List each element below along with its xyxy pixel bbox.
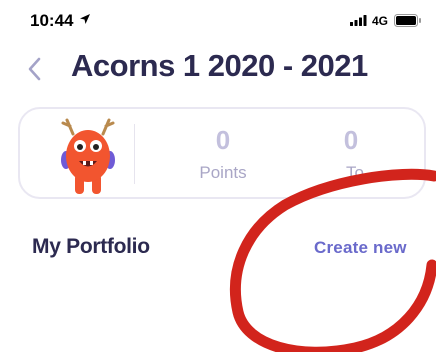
points-value: 0	[215, 125, 231, 155]
back-chevron-icon[interactable]	[27, 57, 41, 81]
second-stat-value: 0	[343, 125, 359, 155]
status-time: 10:44	[30, 11, 74, 30]
monster-avatar[interactable]	[53, 114, 123, 198]
network-label: 4G	[372, 14, 389, 28]
portfolio-title: My Portfolio	[32, 235, 150, 258]
battery-icon	[394, 14, 421, 27]
signal-bars-icon	[350, 15, 367, 26]
points-label: Points	[199, 163, 247, 182]
page-title: Acorns 1 2020 - 2021	[71, 48, 368, 83]
stats-card: 0 Points 0 To	[18, 107, 426, 199]
status-bar: 10:44 4G	[0, 0, 436, 40]
create-new-button[interactable]: Create new	[314, 238, 407, 258]
card-divider	[134, 124, 135, 184]
second-stat-label: To	[346, 163, 364, 182]
location-arrow-icon	[80, 14, 90, 24]
